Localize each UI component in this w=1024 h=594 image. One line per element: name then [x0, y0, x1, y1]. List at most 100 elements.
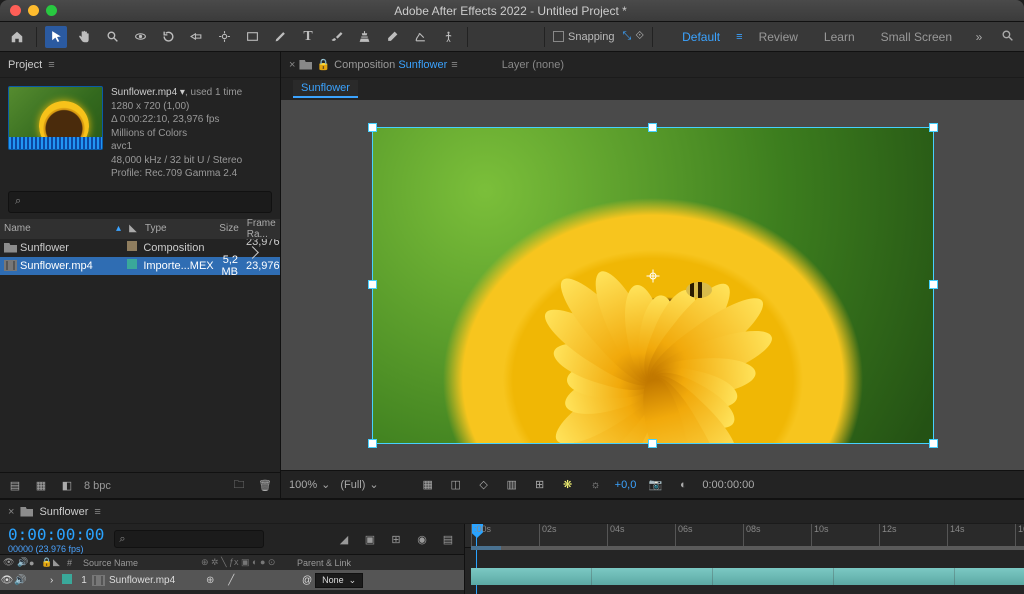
mask-toggle-icon[interactable]: ◫: [447, 476, 465, 494]
zoom-dropdown[interactable]: 100%⌄: [289, 478, 330, 491]
type-tool-icon[interactable]: T: [297, 26, 319, 48]
resize-handle[interactable]: [649, 440, 656, 447]
label-color-icon[interactable]: [127, 241, 137, 251]
pickwhip-icon[interactable]: @: [302, 575, 312, 586]
camera-tool-icon[interactable]: [185, 26, 207, 48]
puppet-tool-icon[interactable]: [437, 26, 459, 48]
timeline-track-area[interactable]: :00s02s04s06s08s10s12s14s16s: [465, 524, 1024, 594]
panel-menu-icon[interactable]: ≡: [48, 59, 54, 71]
brush-tool-icon[interactable]: [325, 26, 347, 48]
resolution-dropdown[interactable]: (Full)⌄: [340, 478, 378, 491]
rectangle-tool-icon[interactable]: [241, 26, 263, 48]
layer-label-icon[interactable]: [62, 574, 72, 584]
search-help-icon[interactable]: [996, 29, 1018, 45]
eye-col-icon[interactable]: 👁: [0, 557, 14, 568]
resize-handle[interactable]: [930, 281, 937, 288]
hand-tool-icon[interactable]: [73, 26, 95, 48]
anchor-tool-icon[interactable]: [213, 26, 235, 48]
workspace-learn[interactable]: Learn: [814, 30, 865, 44]
interpret-footage-icon[interactable]: ▤: [6, 477, 24, 495]
comp-breadcrumb[interactable]: Sunflower: [293, 80, 358, 98]
col-name[interactable]: Name: [4, 223, 31, 234]
asset-name[interactable]: Sunflower.mp4 ▾: [111, 87, 185, 98]
shy-icon[interactable]: ◢: [336, 533, 352, 546]
tab-menu-icon[interactable]: ≡: [94, 506, 100, 518]
snapping-toggle[interactable]: Snapping ⤡ ⟐: [553, 30, 644, 43]
col-label-icon[interactable]: ◣: [125, 223, 141, 234]
delete-icon[interactable]: 🗑: [256, 477, 274, 495]
workspace-overflow-icon[interactable]: »: [968, 30, 990, 44]
bit-depth[interactable]: 8 bpc: [84, 480, 111, 492]
show-snapshot-icon[interactable]: ◐: [674, 476, 692, 494]
timeline-tab[interactable]: Sunflower: [39, 506, 88, 518]
preview-time[interactable]: 0:00:00:00: [702, 479, 754, 491]
label-color-icon[interactable]: [127, 259, 137, 269]
viewer-tab-layer[interactable]: Layer (none): [494, 56, 572, 74]
col-parent-link[interactable]: Parent & Link: [294, 558, 354, 568]
exposure-value[interactable]: +0,0: [615, 479, 637, 491]
region-icon[interactable]: ⊞: [531, 476, 549, 494]
snapshot-icon[interactable]: 📷: [646, 476, 664, 494]
selection-tool-icon[interactable]: [45, 26, 67, 48]
audio-col-icon[interactable]: 🔊: [14, 557, 26, 568]
orbit-tool-icon[interactable]: [129, 26, 151, 48]
motion-blur-icon[interactable]: ◉: [414, 533, 430, 546]
timeline-search[interactable]: ⌕: [114, 530, 264, 548]
home-icon[interactable]: [6, 26, 28, 48]
time-ruler[interactable]: :00s02s04s06s08s10s12s14s16s: [465, 524, 1024, 548]
resize-handle[interactable]: [369, 440, 376, 447]
lock-col-icon[interactable]: 🔒: [38, 557, 50, 568]
new-comp-icon[interactable]: ▦: [32, 477, 50, 495]
exposure-icon[interactable]: ☼: [587, 476, 605, 494]
col-source-name[interactable]: Source Name: [80, 558, 198, 568]
project-item-footage[interactable]: Sunflower.mp4 Importe...MEX 5,2 MB 23,97…: [0, 257, 280, 275]
composition-canvas[interactable]: /* petals generated below */: [281, 100, 1024, 470]
work-area-bar[interactable]: [471, 546, 1024, 550]
col-type[interactable]: Type: [141, 223, 202, 234]
project-search[interactable]: ⌕: [8, 191, 272, 213]
project-settings-icon[interactable]: ◧: [58, 477, 76, 495]
resize-handle[interactable]: [369, 281, 376, 288]
col-size[interactable]: Size: [202, 223, 243, 234]
eraser-tool-icon[interactable]: [381, 26, 403, 48]
guides-icon[interactable]: ◇: [475, 476, 493, 494]
visibility-toggle-icon[interactable]: 👁: [0, 575, 14, 586]
pen-tool-icon[interactable]: [269, 26, 291, 48]
asset-thumbnail[interactable]: [8, 86, 103, 150]
clone-stamp-tool-icon[interactable]: [353, 26, 375, 48]
link-icon[interactable]: [246, 246, 259, 259]
minimize-window-icon[interactable]: [28, 5, 39, 16]
draft3d-icon[interactable]: ▣: [362, 533, 378, 546]
rotation-tool-icon[interactable]: [157, 26, 179, 48]
graph-editor-icon[interactable]: ▤: [440, 533, 456, 546]
layer-clip[interactable]: [471, 568, 1024, 585]
project-search-input[interactable]: [21, 196, 265, 208]
grid-icon[interactable]: ▥: [503, 476, 521, 494]
zoom-tool-icon[interactable]: [101, 26, 123, 48]
project-tab[interactable]: Project: [8, 59, 42, 71]
transparency-grid-icon[interactable]: ▦: [419, 476, 437, 494]
maximize-window-icon[interactable]: [46, 5, 57, 16]
close-window-icon[interactable]: [10, 5, 21, 16]
viewer-tab-composition[interactable]: Composition Sunflower: [334, 59, 447, 71]
col-framerate[interactable]: Frame Ra...: [243, 218, 280, 240]
timeline-layer-row[interactable]: 👁 🔊 › 1 Sunflower.mp4 ⊕ ╱ @ None ⌄: [0, 570, 464, 590]
resize-handle[interactable]: [930, 440, 937, 447]
resize-handle[interactable]: [369, 124, 376, 131]
workspace-default[interactable]: Default: [672, 30, 730, 44]
resize-handle[interactable]: [649, 124, 656, 131]
solo-col-icon[interactable]: ●: [26, 558, 38, 568]
audio-toggle-icon[interactable]: 🔊: [14, 575, 26, 586]
new-folder-icon[interactable]: 🗀: [230, 477, 248, 495]
frame-blend-icon[interactable]: ⊞: [388, 533, 404, 546]
workspace-small-screen[interactable]: Small Screen: [871, 30, 962, 44]
parent-dropdown[interactable]: None ⌄: [315, 573, 363, 588]
anchor-point-icon[interactable]: [646, 269, 659, 282]
channel-icon[interactable]: ❋: [559, 476, 577, 494]
close-tab-icon[interactable]: ×: [8, 506, 14, 518]
resize-handle[interactable]: [930, 124, 937, 131]
current-timecode[interactable]: 0:00:00:00: [8, 525, 104, 544]
lock-icon[interactable]: 🔒: [316, 58, 330, 71]
workspace-review[interactable]: Review: [749, 30, 808, 44]
roto-brush-tool-icon[interactable]: [409, 26, 431, 48]
